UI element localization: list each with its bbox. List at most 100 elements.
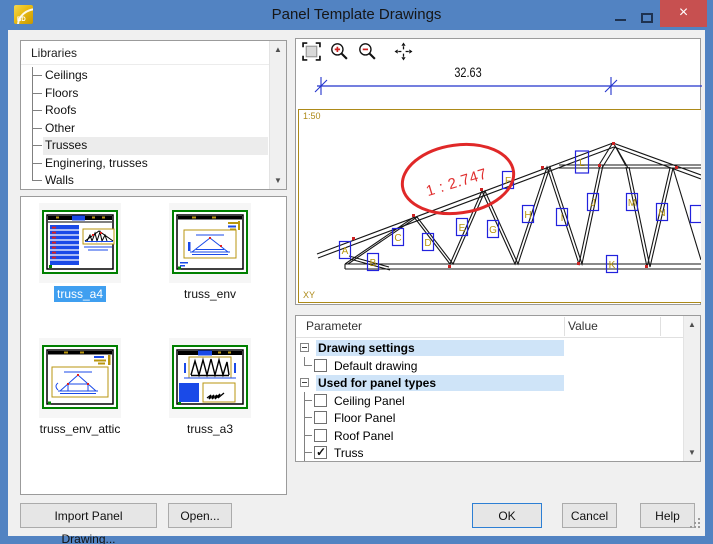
zoom-in-icon[interactable] <box>328 41 351 62</box>
member-label: H <box>524 210 531 221</box>
library-item-walls[interactable]: Walls <box>21 172 269 190</box>
drawing-canvas[interactable]: 1:50 XY <box>298 109 701 303</box>
dialog-client-area: Libraries Ceilings Floors Roofs Other Tr… <box>8 30 705 536</box>
scale-annotation-text: 1 : 2.747 <box>424 165 489 200</box>
member-label: C <box>394 233 401 244</box>
tree-connector <box>32 102 42 120</box>
thumbnail-label-text: truss_a4 <box>54 286 106 302</box>
truss-checkbox[interactable] <box>314 446 327 459</box>
help-button[interactable]: Help <box>640 503 695 528</box>
thumbnail-truss-a3[interactable] <box>169 338 251 418</box>
open-button[interactable]: Open... <box>168 503 232 528</box>
member-label: G <box>489 225 497 236</box>
category-label: Drawing settings <box>316 340 564 356</box>
resize-grip[interactable] <box>698 526 700 528</box>
library-item-floors[interactable]: Floors <box>21 85 269 103</box>
scroll-up-icon[interactable]: ▲ <box>684 316 700 333</box>
default-drawing-checkbox[interactable] <box>314 359 327 372</box>
titlebar[interactable]: BD Panel Template Drawings × <box>0 0 713 30</box>
library-item-trusses[interactable]: Trusses <box>21 137 269 155</box>
zoom-out-icon[interactable] <box>356 41 379 62</box>
param-category-drawing-settings[interactable]: Drawing settings <box>296 339 683 357</box>
parameters-table-header: Parameter Value <box>296 316 683 338</box>
thumbnail-truss-env-attic[interactable] <box>39 338 121 418</box>
tree-connector <box>304 444 312 461</box>
tree-connector <box>304 427 312 445</box>
tree-connector <box>32 155 42 173</box>
thumbnail-truss-a4[interactable] <box>39 203 121 283</box>
collapse-icon[interactable] <box>300 378 309 387</box>
member-label: N <box>658 208 665 219</box>
scroll-up-icon[interactable]: ▲ <box>270 41 286 58</box>
library-item-ceilings[interactable]: Ceilings <box>21 67 269 85</box>
tree-connector <box>32 172 42 181</box>
member-label: I <box>561 213 564 224</box>
member-label: M <box>628 198 636 209</box>
parameters-rows: Drawing settings Default drawing Used fo… <box>296 339 683 461</box>
truss-a4-drawing <box>42 210 118 274</box>
column-divider[interactable] <box>660 317 661 336</box>
library-item-label: Other <box>43 120 268 138</box>
scroll-down-icon[interactable]: ▼ <box>684 444 700 461</box>
parameters-scrollbar[interactable]: ▲ ▼ <box>683 316 700 461</box>
libraries-tree: Ceilings Floors Roofs Other Trusses Engi… <box>21 67 269 189</box>
thumbnail-label-text: truss_env <box>181 286 239 302</box>
param-row-default-drawing[interactable]: Default drawing <box>296 357 683 375</box>
param-row-roof-panel[interactable]: Roof Panel <box>296 427 683 445</box>
thumbnail-label-text: truss_env_attic <box>37 421 124 437</box>
close-icon[interactable]: × <box>660 0 707 27</box>
parameters-panel: Parameter Value Drawing settings Default… <box>295 315 701 462</box>
library-item-other[interactable]: Other <box>21 120 269 138</box>
libraries-scrollbar[interactable]: ▲ ▼ <box>269 41 286 189</box>
minimize-icon[interactable] <box>615 19 626 21</box>
column-header-value: Value <box>568 319 598 333</box>
drawing-preview-panel: 32.63 1:50 XY <box>295 38 701 305</box>
pan-icon[interactable] <box>392 41 415 62</box>
checkbox-label: Default drawing <box>334 358 417 374</box>
param-category-used-for-panel-types[interactable]: Used for panel types <box>296 374 683 392</box>
scroll-down-icon[interactable]: ▼ <box>270 172 286 189</box>
drawing-axes-label: XY <box>303 290 315 300</box>
window-title: Panel Template Drawings <box>0 6 713 23</box>
thumbnail-label-truss-a4[interactable]: truss_a4 <box>15 286 145 302</box>
column-divider[interactable] <box>564 317 565 336</box>
tree-connector <box>32 137 42 155</box>
library-item-enginering-trusses[interactable]: Enginering, trusses <box>21 155 269 173</box>
param-row-floor-panel[interactable]: Floor Panel <box>296 409 683 427</box>
import-panel-drawing-button[interactable]: Import Panel Drawing... <box>20 503 157 528</box>
ceiling-panel-checkbox[interactable] <box>314 394 327 407</box>
library-item-roofs[interactable]: Roofs <box>21 102 269 120</box>
param-row-ceiling-panel[interactable]: Ceiling Panel <box>296 392 683 410</box>
preview-toolbar <box>300 41 415 63</box>
checkbox-label: Truss <box>334 445 364 461</box>
thumbnail-label-truss-a3[interactable]: truss_a3 <box>145 421 275 437</box>
library-item-label: Roofs <box>43 102 268 120</box>
member-label: L <box>579 158 585 169</box>
library-item-label: Trusses <box>43 137 268 155</box>
category-label: Used for panel types <box>316 375 564 391</box>
tree-connector <box>32 120 42 138</box>
dimension-value: 32.63 <box>454 65 481 81</box>
panel-template-drawings-dialog: BD Panel Template Drawings × Libraries C… <box>0 0 713 544</box>
maximize-icon[interactable] <box>641 13 653 23</box>
member-label: E <box>459 223 466 234</box>
tree-connector <box>32 67 42 85</box>
library-item-label: Floors <box>43 85 268 103</box>
member-label: A <box>342 246 349 257</box>
checkbox-label: Ceiling Panel <box>334 393 405 409</box>
cancel-button[interactable]: Cancel <box>562 503 617 528</box>
truss-a3-drawing <box>172 345 248 409</box>
truss-drawing: A B C D E F G H I J K L M N <box>299 110 701 303</box>
roof-panel-checkbox[interactable] <box>314 429 327 442</box>
thumbnail-label-truss-env-attic[interactable]: truss_env_attic <box>15 421 145 437</box>
floor-panel-checkbox[interactable] <box>314 411 327 424</box>
collapse-icon[interactable] <box>300 343 309 352</box>
thumbnail-truss-env[interactable] <box>169 203 251 283</box>
zoom-window-icon[interactable] <box>300 41 323 62</box>
thumbnails-panel: truss_a4 <box>20 196 287 495</box>
thumbnail-label-truss-env[interactable]: truss_env <box>145 286 275 302</box>
ok-button[interactable]: OK <box>472 503 542 528</box>
param-row-truss[interactable]: Truss <box>296 444 683 461</box>
member-label: J <box>591 198 596 209</box>
dimension-area[interactable]: 32.63 <box>296 63 702 108</box>
